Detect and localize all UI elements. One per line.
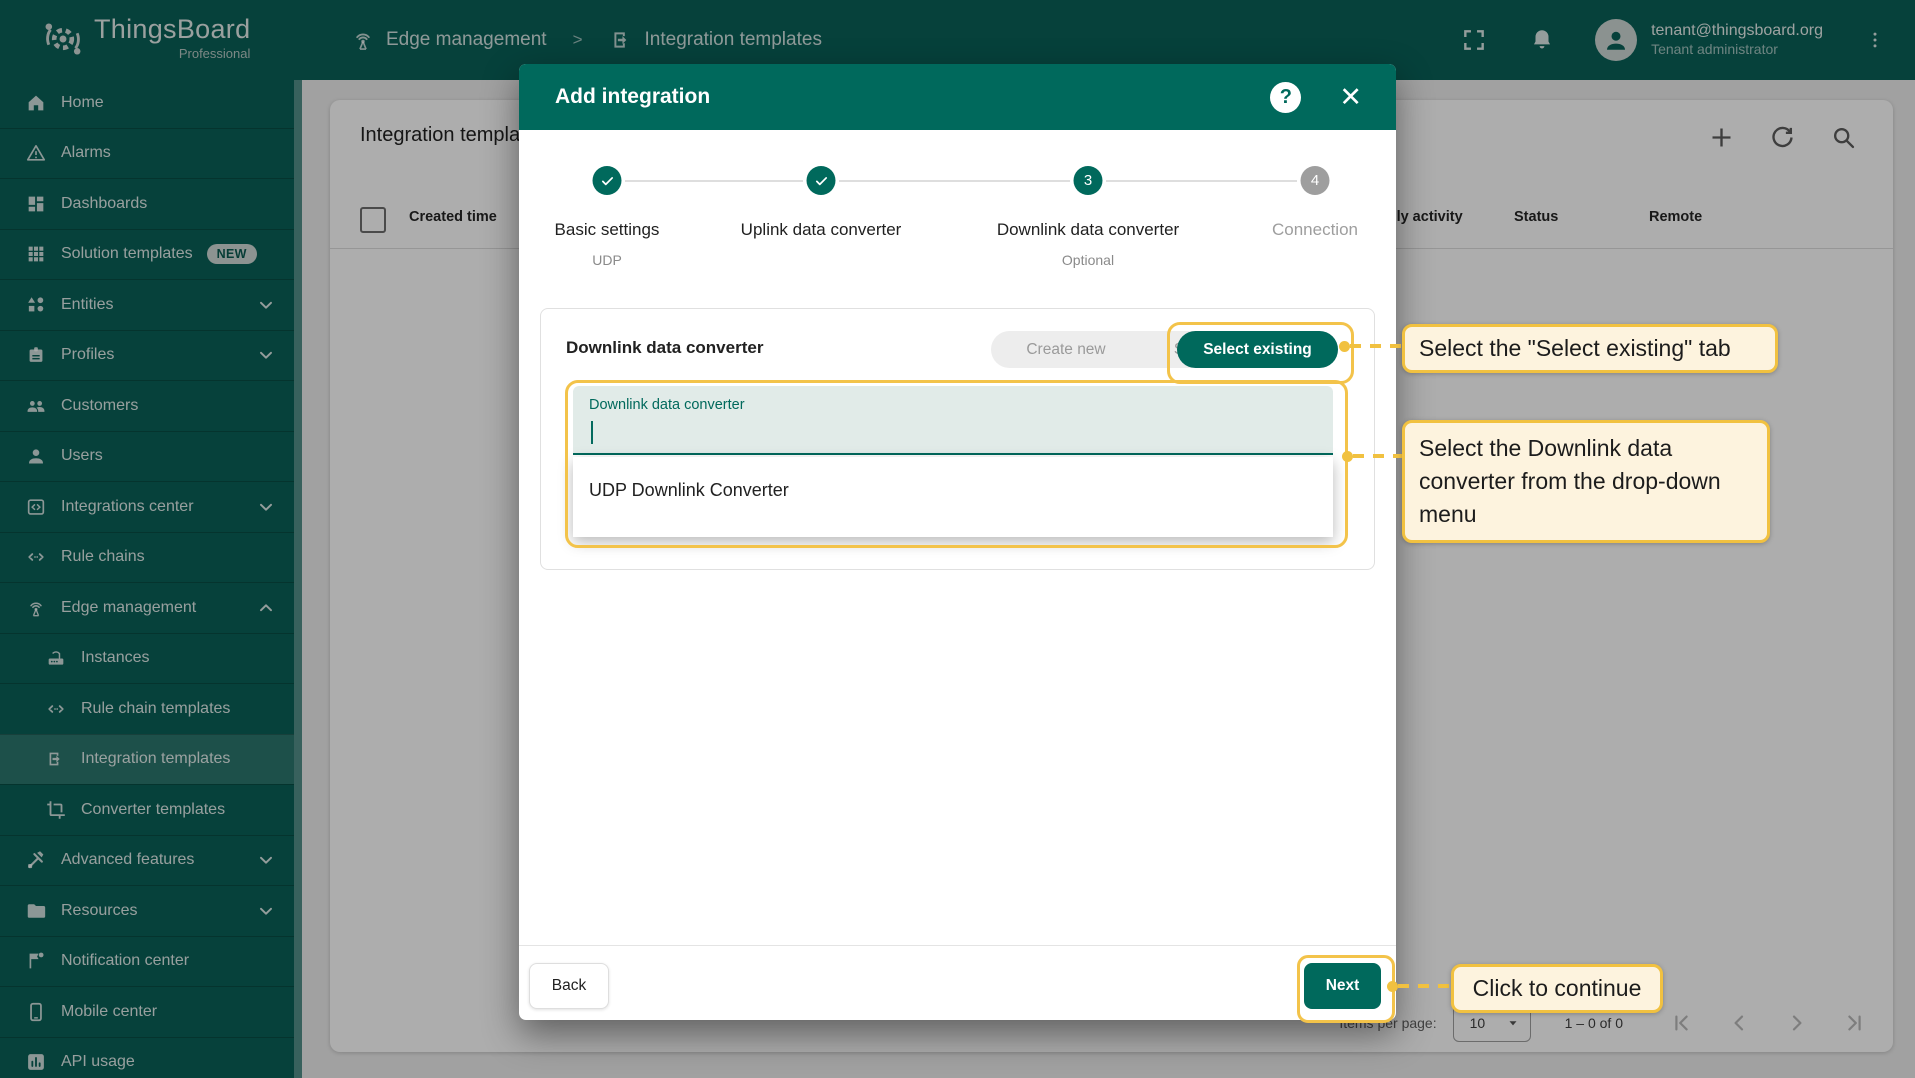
next-button[interactable]: Next <box>1304 963 1381 1009</box>
text-caret <box>591 421 593 444</box>
step-3-label: Downlink data converter <box>996 220 1180 239</box>
check-icon <box>599 173 615 189</box>
connector-dash <box>1350 344 1402 348</box>
connector-dot <box>1339 341 1350 352</box>
field-label: Downlink data converter <box>589 397 745 413</box>
back-button[interactable]: Back <box>529 963 609 1009</box>
footer-divider <box>519 945 1396 946</box>
tab-select-existing[interactable]: Select existing <box>1177 331 1338 368</box>
app-window: ThingsBoard Professional Home Alarms Das… <box>0 0 1915 1078</box>
step-1-sublabel: UDP <box>592 252 622 268</box>
step-1-indicator[interactable] <box>592 166 622 195</box>
step-2-indicator[interactable] <box>806 166 836 195</box>
annotation-select-existing-tab: Select the "Select existing" tab <box>1402 324 1778 373</box>
dropdown-option-udp-downlink-converter[interactable]: UDP Downlink Converter <box>573 457 1333 523</box>
dialog-header: Add integration ? ✕ <box>519 64 1396 130</box>
converter-mode-tabs: Create new Skip Select existing <box>991 331 1338 368</box>
section-title: Downlink data converter <box>566 338 764 357</box>
converter-dropdown: UDP Downlink Converter <box>573 457 1333 537</box>
step-2-label: Uplink data converter <box>740 220 902 239</box>
check-icon <box>813 173 829 189</box>
annotation-select-downlink-converter: Select the Downlink data converter from … <box>1402 420 1770 543</box>
help-icon[interactable]: ? <box>1270 81 1302 113</box>
stepper-line <box>1106 180 1297 182</box>
add-integration-dialog: Add integration ? ✕ 3 4 Basic settings U… <box>519 64 1396 1023</box>
connector-dash <box>1353 454 1402 458</box>
downlink-converter-section: Downlink data converter Create new Skip … <box>540 308 1375 570</box>
step-3-sublabel: Optional <box>1061 252 1115 268</box>
connector-dot <box>1342 451 1353 462</box>
step-4-indicator[interactable]: 4 <box>1300 166 1330 195</box>
stepper-line <box>625 180 803 182</box>
connector-dot <box>1387 981 1398 992</box>
stepper-line <box>839 180 1070 182</box>
annotation-click-to-continue: Click to continue <box>1451 964 1663 1013</box>
step-1-label: Basic settings <box>554 220 660 239</box>
downlink-converter-field[interactable]: Downlink data converter <box>573 386 1333 455</box>
dialog-title: Add integration <box>555 85 711 108</box>
step-3-indicator[interactable]: 3 <box>1073 166 1103 195</box>
connector-dash <box>1398 984 1451 988</box>
tab-create-new[interactable]: Create new <box>991 341 1141 359</box>
step-4-label: Connection <box>1271 220 1359 239</box>
close-icon[interactable]: ✕ <box>1339 83 1362 111</box>
